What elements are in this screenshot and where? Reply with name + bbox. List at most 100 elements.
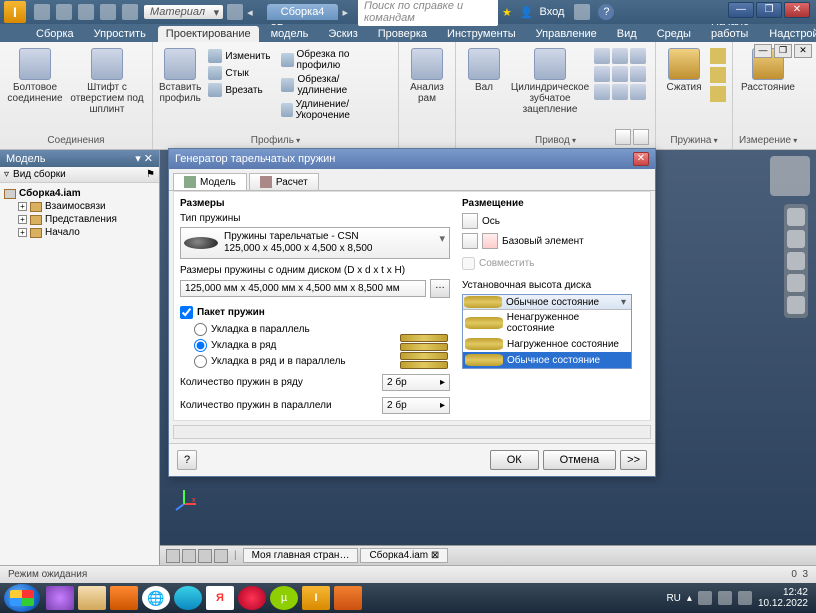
tree-root[interactable]: Сборка4.iam [4, 187, 155, 200]
user-icon[interactable]: 👤 [520, 6, 534, 19]
save-icon[interactable] [78, 4, 94, 20]
expand-icon[interactable]: + [18, 215, 27, 224]
count-row-input[interactable]: 2 бр▸ [382, 374, 450, 391]
disc-dims-browse-button[interactable]: … [430, 279, 450, 298]
view-icon-2[interactable] [182, 549, 196, 563]
cut-button[interactable]: Врезать [205, 82, 273, 98]
doc-tab-prev[interactable]: ◂ [243, 6, 257, 19]
dialog-export-icon[interactable] [615, 129, 631, 145]
cam-icon[interactable] [594, 66, 610, 82]
tree-item-relations[interactable]: + Взаимосвязи [4, 200, 155, 213]
view-mode-label[interactable]: Вид сборки [13, 169, 66, 180]
tree-item-origin[interactable]: + Начало [4, 226, 155, 239]
group-profile-label[interactable]: Профиль [159, 134, 392, 147]
radio-series-input[interactable] [194, 339, 207, 352]
taskbar-media[interactable] [110, 586, 138, 610]
seal-icon[interactable] [612, 84, 628, 100]
window-restore-button[interactable]: ❐ [756, 2, 782, 18]
trim-extend-button[interactable]: Обрезка/удлинение [278, 73, 393, 97]
base-pick-button[interactable] [462, 233, 478, 249]
tray-chevron-icon[interactable]: ▴ [687, 593, 692, 604]
spline-icon[interactable] [594, 84, 610, 100]
mdi-close[interactable]: ✕ [794, 44, 812, 58]
taskbar-chrome[interactable]: 🌐 [142, 586, 170, 610]
count-par-input[interactable]: 2 бр▸ [382, 397, 450, 414]
help-icon[interactable]: ? [598, 4, 614, 20]
taskbar-clock[interactable]: 12:42 10.12.2022 [758, 587, 808, 609]
dd-item-loaded[interactable]: Нагруженное состояние [463, 336, 631, 352]
tab-close-icon[interactable]: ⊠ [431, 550, 439, 561]
ok-button[interactable]: ОК [490, 450, 539, 470]
expand-button[interactable]: >> [620, 450, 647, 470]
taskbar-powerpoint[interactable] [334, 586, 362, 610]
tab-tools[interactable]: Инструменты [439, 26, 524, 42]
radio-both-input[interactable] [194, 355, 207, 368]
dialog-options-icon[interactable] [633, 129, 649, 145]
joint-button[interactable]: Стык [205, 65, 273, 81]
inventor-app-icon[interactable]: I [4, 1, 26, 23]
belt-icon[interactable] [612, 48, 628, 64]
dialog-hscroll[interactable] [173, 425, 651, 439]
axis-pick-button[interactable] [462, 213, 478, 229]
bolt-connection-button[interactable]: Болтовое соединение [6, 48, 64, 104]
trim-profile-button[interactable]: Обрезка по профилю [278, 48, 393, 72]
window-close-button[interactable]: ✕ [784, 2, 810, 18]
lookat-icon[interactable] [787, 296, 805, 314]
disc-dims-input[interactable]: 125,000 мм x 45,000 мм x 4,500 мм x 8,50… [180, 280, 426, 297]
shaft-button[interactable]: Вал [462, 48, 506, 93]
view-cube[interactable] [770, 156, 810, 196]
chain-icon[interactable] [630, 48, 646, 64]
open-icon[interactable] [56, 4, 72, 20]
tab-home-page[interactable]: Моя главная стран… [243, 548, 359, 563]
orbit-icon[interactable] [787, 274, 805, 292]
favorites-icon[interactable]: ★ [502, 6, 512, 19]
dialog-tab-model[interactable]: Модель [173, 173, 247, 190]
tray-network-icon[interactable] [698, 591, 712, 605]
spring-pack-checkbox[interactable]: Пакет пружин [180, 306, 450, 319]
document-tab[interactable]: Сборка4 [267, 4, 339, 20]
tab-environments[interactable]: Среды [649, 26, 699, 42]
new-icon[interactable] [34, 4, 50, 20]
gear-button[interactable]: Цилиндрическое зубчатое зацепление [510, 48, 590, 115]
doc-tab-next[interactable]: ▸ [338, 6, 352, 19]
panel-close-icon[interactable]: ▾ ✕ [135, 152, 153, 165]
taskbar-app-1[interactable] [46, 586, 74, 610]
spring-type-combo[interactable]: Пружины тарельчатые - CSN 125,000 x 45,0… [180, 227, 450, 259]
tab-assembly[interactable]: Сборка [28, 26, 82, 42]
tab-manage[interactable]: Управление [528, 26, 605, 42]
material-combo[interactable]: Материал [144, 5, 223, 19]
tab-sketch[interactable]: Эскиз [320, 26, 365, 42]
mdi-restore[interactable]: ❐ [774, 44, 792, 58]
dialog-tab-calc[interactable]: Расчет [249, 173, 319, 190]
edit-button[interactable]: Изменить [205, 48, 273, 64]
zoom-icon[interactable] [787, 252, 805, 270]
dialog-close-button[interactable]: ✕ [633, 152, 649, 166]
bearing-icon[interactable] [594, 48, 610, 64]
view-icon-4[interactable] [214, 549, 228, 563]
taskbar-utorrent[interactable]: µ [270, 586, 298, 610]
pin-connection-button[interactable]: Штифт с отверстием под шплинт [68, 48, 146, 115]
home-icon[interactable]: ⚑ [146, 169, 155, 180]
tray-action-icon[interactable] [738, 591, 752, 605]
frame-analysis-button[interactable]: Анализ рам [405, 48, 449, 104]
pack-check[interactable] [180, 306, 193, 319]
help-dropdown-icon[interactable] [574, 4, 590, 20]
view-icon-1[interactable] [166, 549, 180, 563]
dialog-title-bar[interactable]: Генератор тарельчатых пружин ✕ [169, 149, 655, 169]
tab-view[interactable]: Вид [609, 26, 645, 42]
group-spring-label[interactable]: Пружина [662, 134, 726, 147]
spring-belleville-icon[interactable] [710, 86, 726, 102]
insert-profile-button[interactable]: Вставить профиль [159, 48, 201, 104]
extend-button[interactable]: Удлинение/Укорочение [278, 98, 393, 122]
spring-torsion-icon[interactable] [710, 67, 726, 83]
model-browser-header[interactable]: Модель ▾ ✕ [0, 150, 159, 167]
spring-tension-icon[interactable] [710, 48, 726, 64]
taskbar-opera[interactable] [238, 586, 266, 610]
oring-icon[interactable] [630, 66, 646, 82]
undo-icon[interactable] [100, 4, 116, 20]
mount-height-dropdown[interactable]: Обычное состояние ▾ Ненагруженное состоя… [462, 294, 632, 369]
search-input[interactable]: Поиск по справке и командам [358, 0, 498, 26]
clip-icon[interactable] [630, 84, 646, 100]
view-icon-3[interactable] [198, 549, 212, 563]
redo-icon[interactable] [122, 4, 138, 20]
